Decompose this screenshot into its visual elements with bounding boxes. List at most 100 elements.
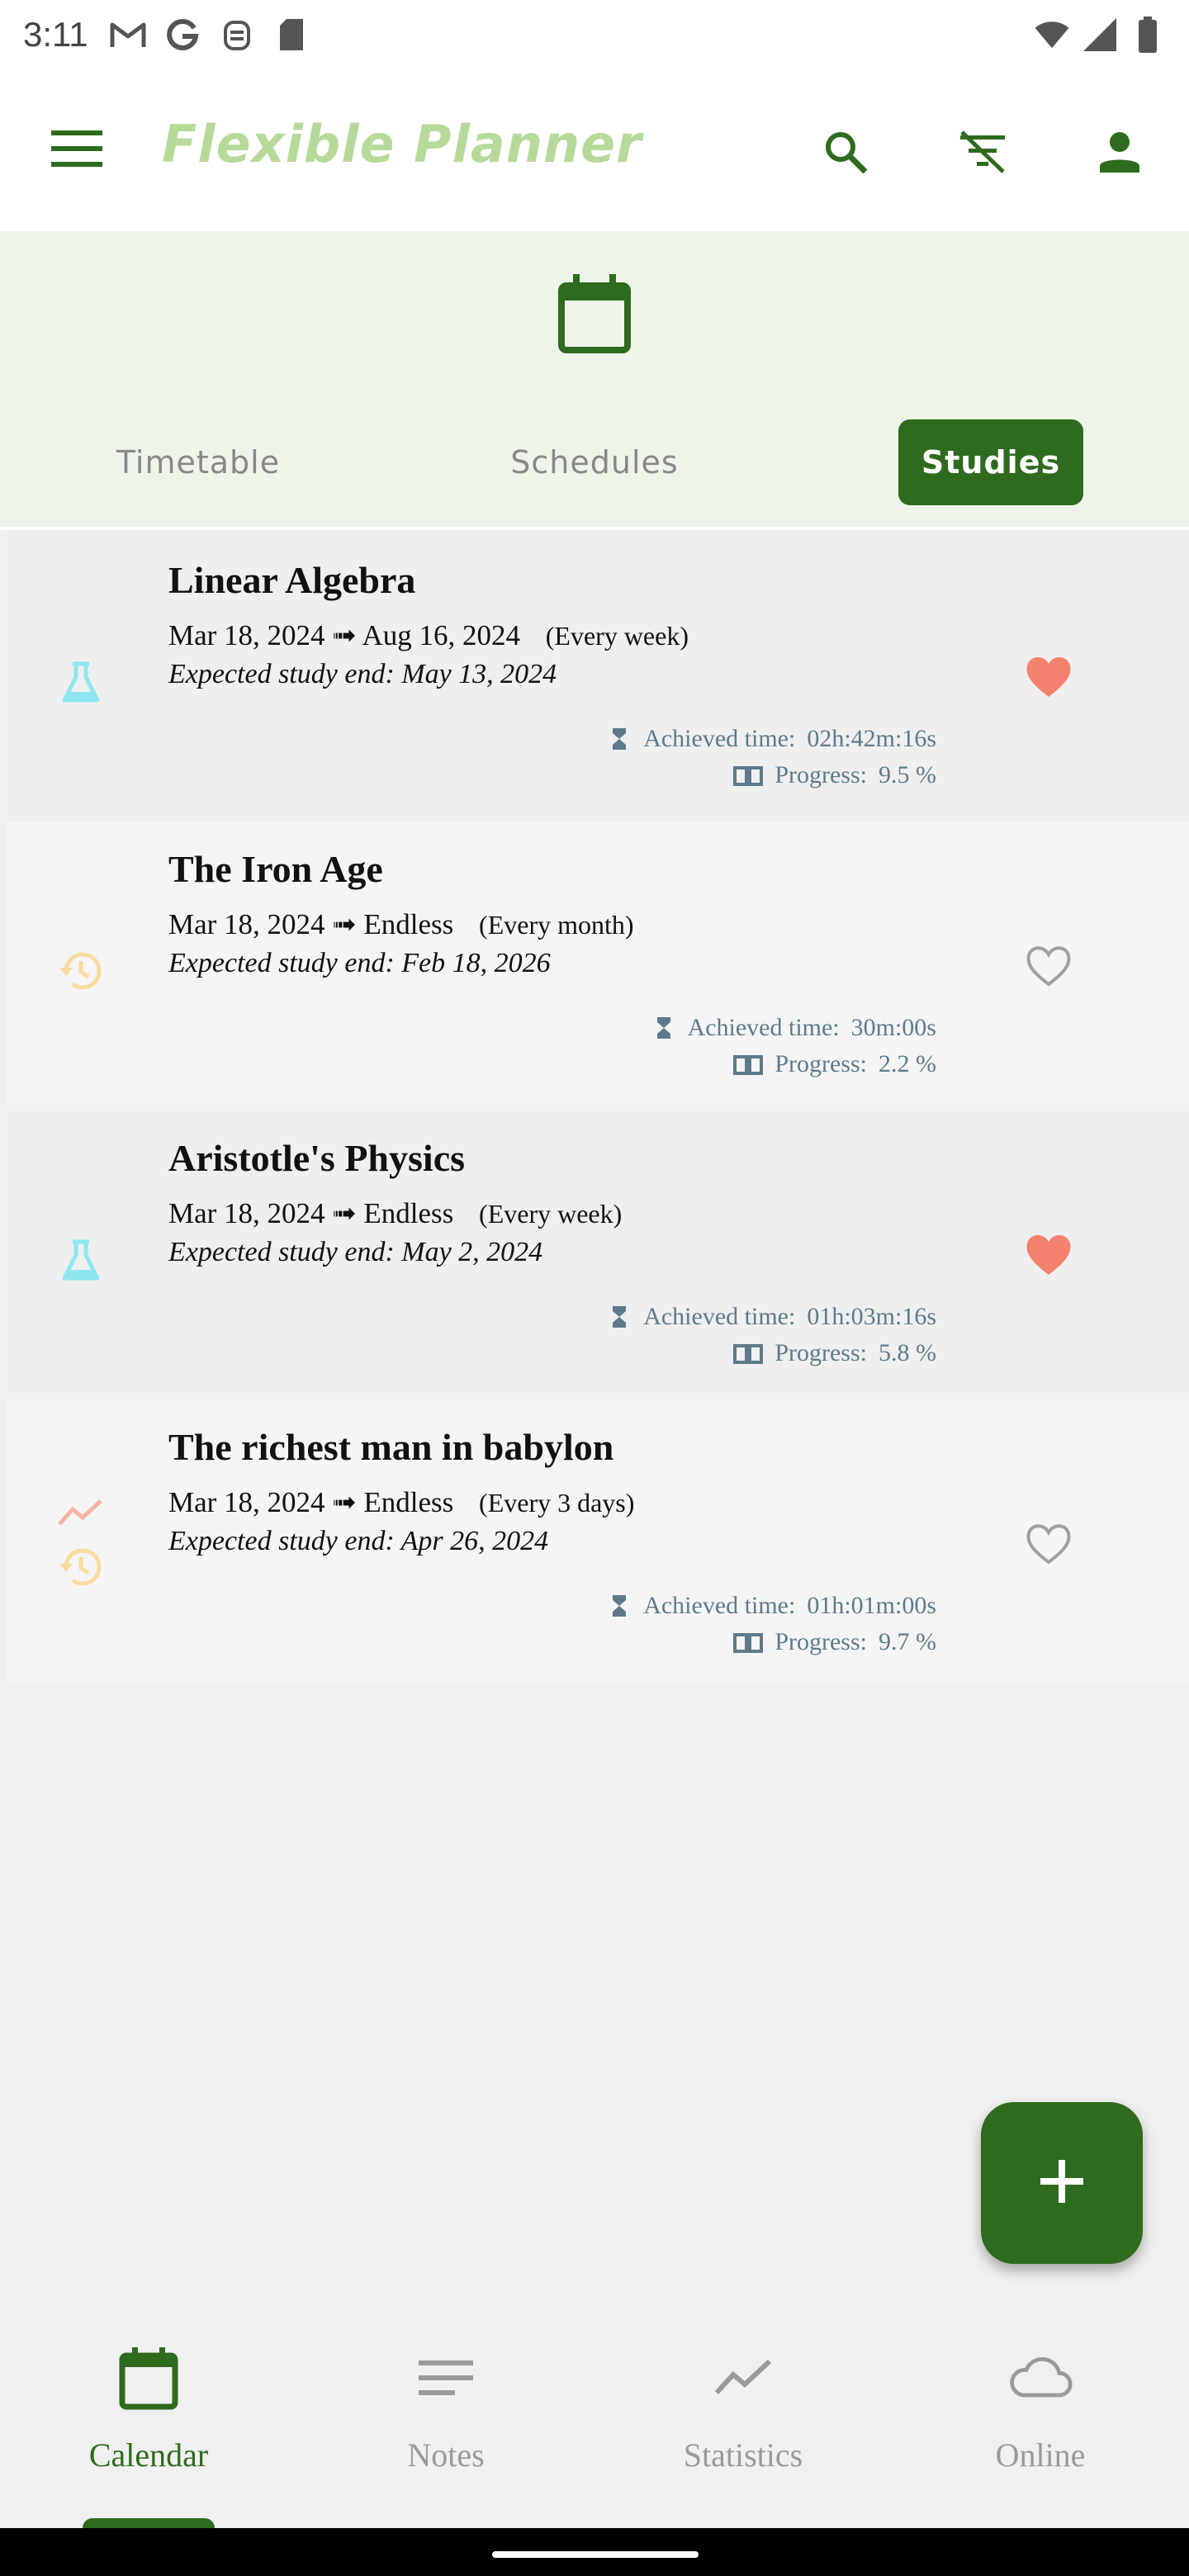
system-gesture-bar xyxy=(0,2528,1189,2576)
progress-label: Progress: xyxy=(775,1050,867,1077)
study-dates: Mar 18, 2024 ➟ Endless (Every 3 days) xyxy=(168,1486,634,1519)
study-start: Mar 18, 2024 xyxy=(168,1197,325,1229)
achieved-label: Achieved time: xyxy=(643,1592,796,1619)
app-screen: 3:11 Flexible Planner Timetable Schedule… xyxy=(0,0,1189,2576)
gmail-icon xyxy=(110,17,146,53)
nav-label: Statistics xyxy=(683,2436,803,2474)
notes-icon xyxy=(413,2345,479,2411)
tab-timetable[interactable]: Timetable xyxy=(83,419,314,505)
study-expected-end: Expected study end: Apr 26, 2024 xyxy=(168,1526,549,1556)
heart-filled-icon[interactable] xyxy=(1024,1230,1073,1280)
nav-statistics[interactable]: Statistics xyxy=(594,2345,892,2510)
nav-label: Notes xyxy=(407,2436,485,2474)
status-time: 3:11 xyxy=(23,15,88,54)
progress-value: 5.8 % xyxy=(879,1339,936,1366)
sd-card-icon xyxy=(273,17,310,53)
achieved-value: 01h:03m:16s xyxy=(807,1303,936,1330)
nav-label: Online xyxy=(995,2436,1086,2474)
study-dates: Mar 18, 2024 ➟ Endless (Every week) xyxy=(168,1197,622,1230)
account-icon[interactable] xyxy=(1090,122,1149,182)
study-repeat: (Every week) xyxy=(479,1199,623,1229)
battery-icon xyxy=(1130,17,1166,53)
arrow-icon: ➟ xyxy=(332,1486,357,1518)
hourglass-icon xyxy=(651,1016,676,1040)
hourglass-icon xyxy=(607,1593,632,1618)
study-card[interactable]: Aristotle's Physics Mar 18, 2024 ➟ Endle… xyxy=(7,1111,1189,1394)
section-header: Timetable Schedules Studies xyxy=(0,231,1189,530)
study-repeat: (Every month) xyxy=(479,910,634,940)
study-start: Mar 18, 2024 xyxy=(168,619,325,651)
achieved-value: 02h:42m:16s xyxy=(807,725,936,752)
calendar-icon xyxy=(116,2345,182,2411)
achieved-label: Achieved time: xyxy=(643,725,796,752)
heart-filled-icon[interactable] xyxy=(1024,652,1073,702)
flask-icon xyxy=(56,1235,106,1285)
flask-icon xyxy=(56,657,106,707)
achieved-value: 01h:01m:00s xyxy=(807,1592,936,1619)
app-bar: Flexible Planner xyxy=(0,69,1189,231)
progress-value: 2.2 % xyxy=(879,1050,936,1077)
study-progress: Progress: 9.5 % xyxy=(733,761,936,789)
book-icon xyxy=(733,1052,764,1077)
heart-outline-icon[interactable] xyxy=(1024,941,1073,991)
tab-schedules[interactable]: Schedules xyxy=(479,419,710,505)
book-icon xyxy=(733,763,764,788)
study-dates: Mar 18, 2024 ➟ Endless (Every month) xyxy=(168,908,634,941)
tab-studies[interactable]: Studies xyxy=(898,419,1083,505)
progress-value: 9.7 % xyxy=(879,1628,936,1655)
study-expected-end: Expected study end: Feb 18, 2026 xyxy=(168,948,551,978)
google-icon xyxy=(164,17,201,53)
achieved-label: Achieved time: xyxy=(643,1303,796,1330)
study-name: Linear Algebra xyxy=(168,559,416,601)
book-icon xyxy=(733,1341,764,1366)
study-start: Mar 18, 2024 xyxy=(168,1486,325,1518)
study-end: Endless xyxy=(363,908,454,940)
statistics-icon xyxy=(710,2345,776,2411)
study-name: The richest man in babylon xyxy=(168,1426,614,1468)
nav-notes[interactable]: Notes xyxy=(297,2345,594,2510)
book-icon xyxy=(733,1630,764,1655)
study-card[interactable]: The richest man in babylon Mar 18, 2024 … xyxy=(7,1400,1189,1683)
arrow-icon: ➟ xyxy=(332,1197,357,1229)
add-study-button[interactable] xyxy=(981,2102,1143,2264)
signal-icon xyxy=(1082,17,1118,53)
plus-icon xyxy=(1037,2157,1087,2210)
progress-label: Progress: xyxy=(775,761,867,788)
study-end: Aug 16, 2024 xyxy=(362,619,520,651)
search-icon[interactable] xyxy=(816,122,875,182)
study-progress: Progress: 9.7 % xyxy=(733,1628,936,1656)
study-dates: Mar 18, 2024 ➟ Aug 16, 2024 (Every week) xyxy=(168,619,689,652)
wifi-icon xyxy=(1034,17,1070,53)
heart-outline-icon[interactable] xyxy=(1024,1519,1073,1569)
study-name: The Iron Age xyxy=(168,848,383,890)
filter-off-icon[interactable] xyxy=(953,122,1012,182)
study-progress: Progress: 5.8 % xyxy=(733,1339,936,1367)
cloud-icon xyxy=(1007,2345,1073,2411)
nav-online[interactable]: Online xyxy=(892,2345,1189,2510)
home-handle[interactable] xyxy=(492,2551,699,2558)
study-start: Mar 18, 2024 xyxy=(168,908,325,940)
study-card[interactable]: The Iron Age Mar 18, 2024 ➟ Endless (Eve… xyxy=(7,822,1189,1105)
arrow-icon: ➟ xyxy=(332,908,357,940)
study-progress: Progress: 2.2 % xyxy=(733,1050,936,1078)
study-repeat: (Every week) xyxy=(545,621,689,651)
achieved-label: Achieved time: xyxy=(687,1014,840,1041)
achieved-time: Achieved time: 30m:00s xyxy=(651,1014,936,1042)
progress-label: Progress: xyxy=(775,1339,867,1366)
hourglass-icon xyxy=(607,1305,632,1329)
study-name: Aristotle's Physics xyxy=(168,1137,466,1179)
bottom-navigation: Calendar Notes Statistics Online xyxy=(0,2312,1189,2530)
app-title: Flexible Planner xyxy=(162,114,642,174)
arrow-icon: ➟ xyxy=(332,619,357,651)
hourglass-icon xyxy=(607,727,632,751)
robot-icon xyxy=(219,17,255,53)
nav-calendar[interactable]: Calendar xyxy=(0,2345,297,2510)
history-icon xyxy=(56,1542,106,1592)
trending-icon xyxy=(56,1496,106,1529)
achieved-time: Achieved time: 01h:01m:00s xyxy=(607,1592,936,1620)
achieved-time: Achieved time: 01h:03m:16s xyxy=(607,1303,936,1331)
study-expected-end: Expected study end: May 2, 2024 xyxy=(168,1237,543,1267)
menu-icon[interactable] xyxy=(50,129,109,175)
study-card[interactable]: Linear Algebra Mar 18, 2024 ➟ Aug 16, 20… xyxy=(7,533,1189,816)
study-repeat: (Every 3 days) xyxy=(479,1488,635,1518)
